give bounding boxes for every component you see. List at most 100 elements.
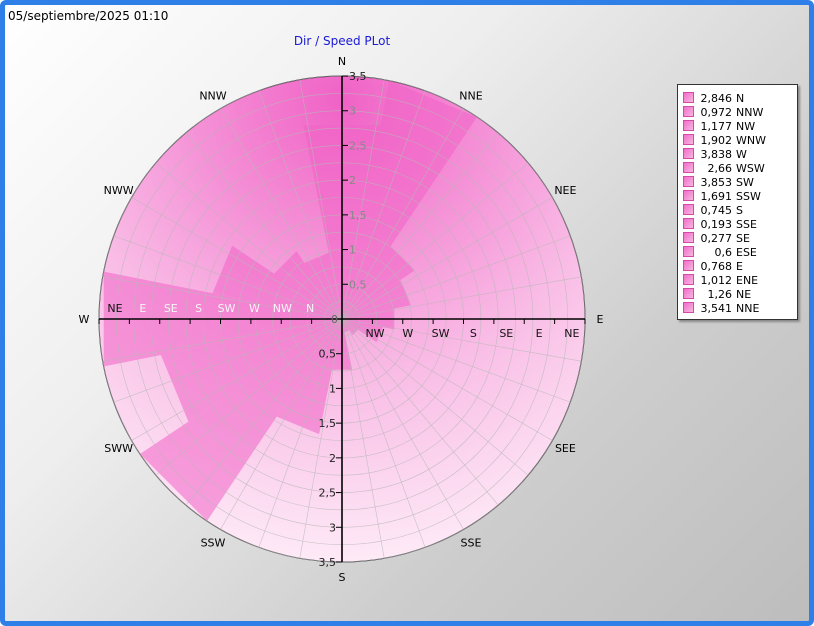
legend-value: 2,846 <box>700 92 733 105</box>
legend-value: 0,6 <box>714 246 733 259</box>
legend-swatch <box>683 246 694 257</box>
legend-swatch <box>683 106 694 117</box>
axis-dir-label-west: N <box>306 302 314 315</box>
legend-swatch <box>683 190 694 201</box>
legend-direction: SW <box>736 176 754 189</box>
legend-item: 0,277 SE <box>683 232 750 246</box>
legend-item: 0,193 SSE <box>683 218 757 232</box>
axis-dir-label-east: W <box>402 327 413 340</box>
legend-item: 2,66 WSW <box>683 162 765 176</box>
legend-item: 3,838 W <box>683 148 747 162</box>
compass-label-nww: NWW <box>104 184 134 197</box>
legend-direction: WNW <box>736 134 766 147</box>
legend-swatch <box>683 204 694 215</box>
tick-label-upper: 3 <box>349 105 356 118</box>
axis-dir-label-east: SE <box>499 327 513 340</box>
compass-label-s: S <box>339 571 346 584</box>
axis-dir-label-west: SE <box>164 302 178 315</box>
legend-value: 0,193 <box>700 218 733 231</box>
legend-item: 1,691 SSW <box>683 190 761 204</box>
legend-swatch <box>683 302 694 313</box>
legend: 2,846 N 0,972 NNW 1,177 NW 1,902 WNW 3,838 W 2,66 W… <box>677 84 798 320</box>
legend-value: 1,26 <box>707 288 733 301</box>
tick-label-lower: 1 <box>329 382 336 395</box>
compass-label-n: N <box>338 55 346 68</box>
axis-dir-label-east: NE <box>564 327 579 340</box>
legend-direction: SE <box>736 232 750 245</box>
tick-label-zero: 0 <box>331 313 338 326</box>
legend-value: 3,838 <box>700 148 733 161</box>
tick-label-upper: 2,5 <box>349 139 367 152</box>
axis-dir-label-east: E <box>536 327 543 340</box>
compass-label-sww: SWW <box>104 442 133 455</box>
legend-direction: S <box>736 204 743 217</box>
compass-label-nne: NNE <box>459 90 482 103</box>
legend-item: 1,26 NE <box>683 288 751 302</box>
legend-swatch <box>683 232 694 243</box>
legend-item: 1,177 NW <box>683 120 755 134</box>
legend-item: 0,768 E <box>683 260 743 274</box>
legend-value: 1,691 <box>700 190 733 203</box>
tick-label-lower: 2,5 <box>319 487 337 500</box>
legend-swatch <box>683 148 694 159</box>
legend-item: 0,6 ESE <box>683 246 757 260</box>
legend-swatch <box>683 260 694 271</box>
chart-window: 05/septiembre/2025 01:10 Dir / Speed PLo… <box>0 0 814 626</box>
legend-direction: NE <box>736 288 752 301</box>
legend-direction: NW <box>736 120 756 133</box>
tick-label-upper: 1,5 <box>349 209 367 222</box>
legend-swatch <box>683 92 694 103</box>
legend-item: 0,972 NNW <box>683 106 763 120</box>
axis-dir-label-east: NW <box>365 327 384 340</box>
legend-direction: SSE <box>736 218 757 231</box>
legend-item: 3,541 NNE <box>683 302 759 316</box>
compass-label-nee: NEE <box>554 184 576 197</box>
axis-dir-label-west: E <box>139 302 146 315</box>
legend-swatch <box>683 176 694 187</box>
legend-direction: N <box>736 92 745 105</box>
compass-label-see: SEE <box>555 442 576 455</box>
legend-swatch <box>683 218 694 229</box>
legend-direction: NNE <box>736 302 760 315</box>
tick-label-upper: 1 <box>349 244 356 257</box>
legend-swatch <box>683 134 694 145</box>
compass-label-e: E <box>597 313 604 326</box>
legend-direction: WSW <box>736 162 765 175</box>
axis-dir-label-east: SW <box>432 327 450 340</box>
tick-label-lower: 3 <box>329 521 336 534</box>
legend-swatch <box>683 288 694 299</box>
tick-label-upper: 0,5 <box>349 278 367 291</box>
legend-value: 1,012 <box>700 274 733 287</box>
legend-value: 3,853 <box>700 176 733 189</box>
axis-dir-label-west: NE <box>107 302 122 315</box>
legend-direction: W <box>736 148 747 161</box>
legend-item: 3,853 SW <box>683 176 754 190</box>
legend-swatch <box>683 274 694 285</box>
axis-dir-label-west: NW <box>273 302 292 315</box>
tick-label-lower: 0,5 <box>319 348 337 361</box>
legend-direction: ENE <box>736 274 759 287</box>
legend-direction: NNW <box>736 106 764 119</box>
legend-value: 3,541 <box>700 302 733 315</box>
legend-value: 0,972 <box>700 106 733 119</box>
legend-direction: SSW <box>736 190 761 203</box>
tick-label-lower: 2 <box>329 452 336 465</box>
axis-dir-label-east: S <box>470 327 477 340</box>
legend-swatch <box>683 120 694 131</box>
legend-direction: ESE <box>736 246 757 259</box>
chart-title: Dir / Speed PLot <box>294 34 391 48</box>
axis-dir-label-west: SW <box>218 302 236 315</box>
tick-label-lower: 3,5 <box>319 556 337 569</box>
legend-value: 1,177 <box>700 120 733 133</box>
legend-direction: E <box>736 260 743 273</box>
legend-value: 0,745 <box>700 204 733 217</box>
legend-item: 1,902 WNW <box>683 134 766 148</box>
tick-label-lower: 1,5 <box>319 417 337 430</box>
legend-item: 0,745 S <box>683 204 743 218</box>
compass-label-w: W <box>79 313 90 326</box>
compass-label-ssw: SSW <box>201 536 226 549</box>
legend-swatch <box>683 162 694 173</box>
tick-label-upper: 3,5 <box>349 70 367 83</box>
legend-value: 0,768 <box>700 260 733 273</box>
legend-item: 1,012 ENE <box>683 274 758 288</box>
